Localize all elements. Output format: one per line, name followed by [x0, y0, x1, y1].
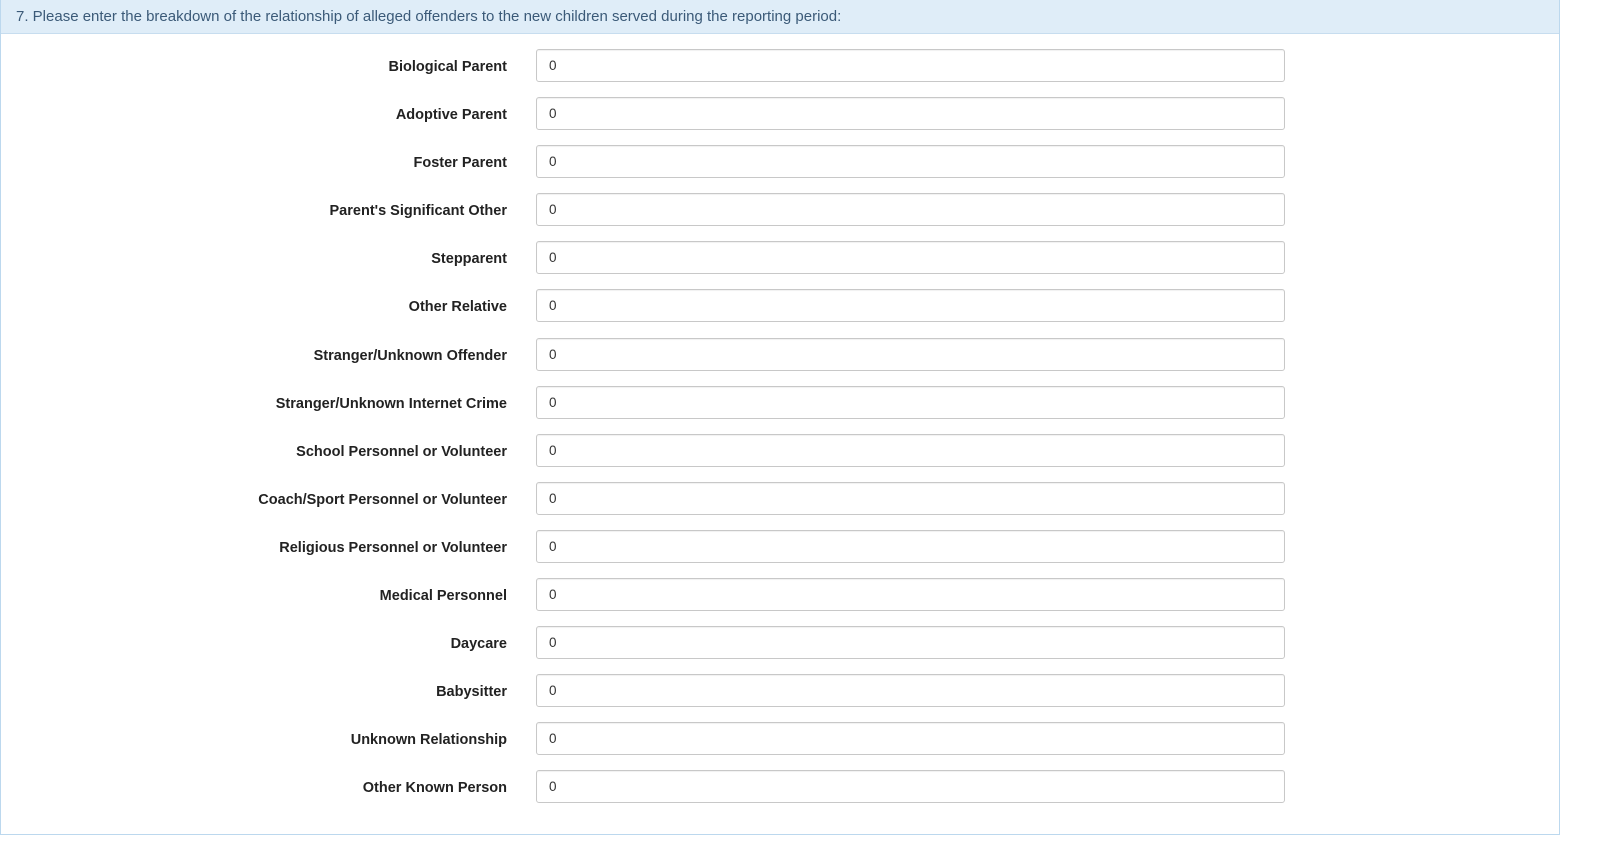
form-row-adoptive-parent: Adoptive Parent: [1, 97, 1559, 145]
label-babysitter: Babysitter: [436, 684, 507, 701]
label-other-known-person: Other Known Person: [362, 780, 507, 797]
input-religious-personnel[interactable]: [536, 529, 1285, 563]
form-row-other-relative: Other Relative: [1, 289, 1559, 337]
form-row-stepparent: Stepparent: [1, 241, 1559, 289]
label-religious-personnel: Religious Personnel or Volunteer: [279, 539, 507, 556]
input-coach-sport-personnel[interactable]: [536, 481, 1285, 515]
form-row-biological-parent: Biological Parent: [1, 49, 1559, 97]
input-babysitter[interactable]: [536, 674, 1285, 708]
form-row-stranger-unknown-offender: Stranger/Unknown Offender: [1, 337, 1559, 386]
label-stepparent: Stepparent: [431, 251, 507, 268]
form-row-stranger-unknown-internet-crime: Stranger/Unknown Internet Crime: [1, 385, 1559, 434]
input-medical-personnel[interactable]: [536, 578, 1285, 612]
input-stepparent[interactable]: [536, 241, 1285, 275]
label-adoptive-parent: Adoptive Parent: [395, 107, 507, 124]
input-stranger-unknown-internet-crime[interactable]: [536, 385, 1285, 419]
input-adoptive-parent[interactable]: [536, 97, 1285, 131]
form-row-school-personnel: School Personnel or Volunteer: [1, 433, 1559, 482]
question-panel: 7. Please enter the breakdown of the rel…: [0, 0, 1560, 835]
question-heading: 7. Please enter the breakdown of the rel…: [1, 0, 1559, 34]
label-coach-sport-personnel: Coach/Sport Personnel or Volunteer: [258, 491, 507, 508]
form-row-unknown-relationship: Unknown Relationship: [1, 722, 1559, 770]
input-daycare[interactable]: [536, 626, 1285, 660]
label-medical-personnel: Medical Personnel: [379, 588, 507, 605]
input-stranger-unknown-offender[interactable]: [536, 337, 1285, 371]
label-stranger-unknown-offender: Stranger/Unknown Offender: [313, 347, 507, 364]
label-stranger-unknown-internet-crime: Stranger/Unknown Internet Crime: [275, 395, 507, 412]
label-other-relative: Other Relative: [408, 299, 507, 316]
form-row-foster-parent: Foster Parent: [1, 145, 1559, 193]
input-other-known-person[interactable]: [536, 770, 1285, 804]
input-biological-parent[interactable]: [536, 49, 1285, 82]
form-row-daycare: Daycare: [1, 626, 1559, 674]
input-school-personnel[interactable]: [536, 433, 1285, 467]
label-daycare: Daycare: [450, 636, 507, 653]
form-row-religious-personnel: Religious Personnel or Volunteer: [1, 529, 1559, 578]
label-foster-parent: Foster Parent: [413, 155, 507, 172]
input-foster-parent[interactable]: [536, 145, 1285, 179]
label-unknown-relationship: Unknown Relationship: [350, 732, 507, 749]
label-parents-significant-other: Parent's Significant Other: [329, 203, 507, 220]
form-row-babysitter: Babysitter: [1, 674, 1559, 722]
input-parents-significant-other[interactable]: [536, 193, 1285, 227]
label-biological-parent: Biological Parent: [388, 59, 507, 75]
input-other-relative[interactable]: [536, 289, 1285, 323]
question-text: 7. Please enter the breakdown of the rel…: [16, 8, 842, 25]
form-row-coach-sport-personnel: Coach/Sport Personnel or Volunteer: [1, 481, 1559, 530]
label-school-personnel: School Personnel or Volunteer: [296, 443, 507, 460]
form-row-medical-personnel: Medical Personnel: [1, 578, 1559, 626]
form-body: Biological Parent Adoptive Parent Foster…: [1, 34, 1559, 819]
form-row-parents-significant-other: Parent's Significant Other: [1, 193, 1559, 241]
input-unknown-relationship[interactable]: [536, 722, 1285, 756]
form-row-other-known-person: Other Known Person: [1, 770, 1559, 818]
